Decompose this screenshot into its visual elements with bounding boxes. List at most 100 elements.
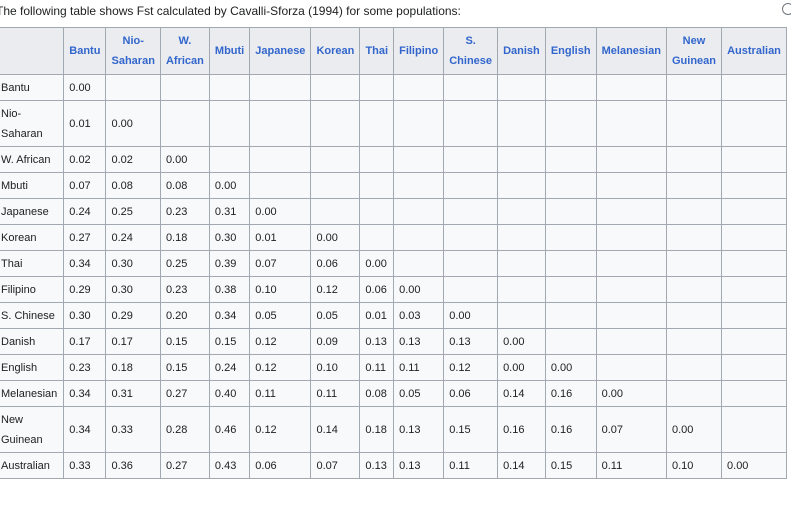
column-header[interactable]: Danish xyxy=(497,27,546,75)
fst-value-cell: 0.30 xyxy=(105,250,161,277)
column-header[interactable]: Japanese xyxy=(249,27,312,75)
fst-value-cell: 0.13 xyxy=(359,328,395,355)
column-header[interactable]: New Guinean xyxy=(665,27,723,75)
fst-value-cell: 0.11 xyxy=(443,452,499,479)
fst-value-cell: 0.13 xyxy=(393,452,445,479)
fst-value-cell: 0.12 xyxy=(310,276,361,303)
fst-value-cell: 0.18 xyxy=(159,224,210,251)
scroll-indicator-icon[interactable] xyxy=(782,3,791,15)
column-header[interactable]: Australian xyxy=(721,27,787,75)
fst-value-cell: 0.29 xyxy=(105,302,161,329)
fst-value-cell xyxy=(443,198,499,225)
fst-value-cell: 0.08 xyxy=(105,172,161,199)
row-header: S. Chinese xyxy=(0,302,65,329)
fst-value-cell: 0.31 xyxy=(208,198,251,225)
fst-value-cell xyxy=(544,172,597,199)
table-row: S. Chinese 0.30 0.29 0.20 0.34 0.05 0.05 0.01 0.… xyxy=(0,302,787,329)
fst-value-cell xyxy=(595,328,667,355)
fst-value-cell xyxy=(595,198,667,225)
fst-value-cell: 0.06 xyxy=(310,250,361,277)
column-header[interactable]: S. Chinese xyxy=(443,27,499,75)
column-header[interactable]: W. African xyxy=(159,27,210,75)
column-header[interactable]: Mbuti xyxy=(208,27,251,75)
fst-value-cell: 0.17 xyxy=(63,328,107,355)
fst-value-cell: 0.15 xyxy=(443,406,499,453)
fst-value-cell xyxy=(544,224,597,251)
fst-value-cell: 0.25 xyxy=(159,250,210,277)
fst-value-cell xyxy=(443,100,499,147)
fst-value-cell: 0.34 xyxy=(208,302,251,329)
fst-value-cell: 0.15 xyxy=(159,354,210,381)
fst-value-cell: 0.20 xyxy=(159,302,210,329)
fst-value-cell: 0.07 xyxy=(595,406,667,453)
fst-value-cell xyxy=(721,380,787,407)
fst-value-cell xyxy=(443,172,499,199)
fst-value-cell xyxy=(497,74,546,101)
fst-value-cell xyxy=(249,74,312,101)
table-row: W. African 0.02 0.02 0.00 xyxy=(0,146,787,173)
fst-value-cell: 0.07 xyxy=(310,452,361,479)
fst-value-cell: 0.00 xyxy=(497,328,546,355)
column-header[interactable]: Nio-Saharan xyxy=(105,27,161,75)
column-header[interactable]: English xyxy=(544,27,597,75)
fst-value-cell xyxy=(497,224,546,251)
fst-value-cell xyxy=(665,172,723,199)
fst-value-cell xyxy=(249,146,312,173)
fst-value-cell xyxy=(721,74,787,101)
fst-value-cell xyxy=(665,146,723,173)
fst-value-cell: 0.30 xyxy=(105,276,161,303)
fst-value-cell: 0.15 xyxy=(208,328,251,355)
row-header: Melanesian xyxy=(0,380,65,407)
fst-value-cell xyxy=(310,146,361,173)
fst-value-cell: 0.00 xyxy=(721,452,787,479)
fst-value-cell: 0.10 xyxy=(249,276,312,303)
fst-value-cell xyxy=(544,100,597,147)
fst-value-cell xyxy=(497,100,546,147)
fst-value-cell: 0.12 xyxy=(249,328,312,355)
fst-value-cell: 0.00 xyxy=(359,250,395,277)
fst-value-cell: 0.24 xyxy=(105,224,161,251)
fst-value-cell xyxy=(393,172,445,199)
row-header: Japanese xyxy=(0,198,65,225)
row-header: Bantu xyxy=(0,74,65,101)
fst-value-cell: 0.02 xyxy=(105,146,161,173)
fst-value-cell: 0.25 xyxy=(105,198,161,225)
column-header[interactable]: Korean xyxy=(310,27,361,75)
fst-value-cell xyxy=(393,224,445,251)
fst-value-cell xyxy=(393,198,445,225)
fst-value-cell: 0.24 xyxy=(63,198,107,225)
column-header[interactable]: Melanesian xyxy=(595,27,667,75)
fst-value-cell: 0.12 xyxy=(443,354,499,381)
fst-value-cell xyxy=(721,328,787,355)
fst-value-cell: 0.03 xyxy=(393,302,445,329)
fst-value-cell xyxy=(595,100,667,147)
table-row: Nio-Saharan 0.01 0.00 xyxy=(0,100,787,147)
fst-value-cell: 0.16 xyxy=(544,380,597,407)
fst-value-cell: 0.00 xyxy=(665,406,723,453)
fst-value-cell xyxy=(249,100,312,147)
fst-value-cell xyxy=(721,146,787,173)
fst-value-cell xyxy=(665,302,723,329)
fst-value-cell xyxy=(665,250,723,277)
column-header[interactable]: Thai xyxy=(359,27,395,75)
header-row: Bantu Nio-Saharan W. African Mbuti Japanese K… xyxy=(0,27,787,75)
fst-value-cell xyxy=(595,146,667,173)
fst-value-cell: 0.02 xyxy=(63,146,107,173)
table-body: Bantu 0.00 Nio-Saharan 0.01 0.00 W. African 0.… xyxy=(0,74,787,479)
fst-value-cell: 0.00 xyxy=(595,380,667,407)
fst-value-cell: 0.14 xyxy=(310,406,361,453)
fst-value-cell xyxy=(359,172,395,199)
fst-value-cell xyxy=(208,74,251,101)
fst-value-cell: 0.00 xyxy=(443,302,499,329)
fst-value-cell xyxy=(497,146,546,173)
fst-value-cell: 0.27 xyxy=(159,380,210,407)
column-header[interactable]: Filipino xyxy=(393,27,445,75)
fst-value-cell: 0.10 xyxy=(310,354,361,381)
fst-value-cell xyxy=(393,146,445,173)
fst-value-cell: 0.00 xyxy=(105,100,161,147)
row-header: Australian xyxy=(0,452,65,479)
fst-value-cell: 0.15 xyxy=(159,328,210,355)
fst-value-cell xyxy=(393,100,445,147)
fst-value-cell: 0.00 xyxy=(310,224,361,251)
column-header[interactable]: Bantu xyxy=(63,27,107,75)
